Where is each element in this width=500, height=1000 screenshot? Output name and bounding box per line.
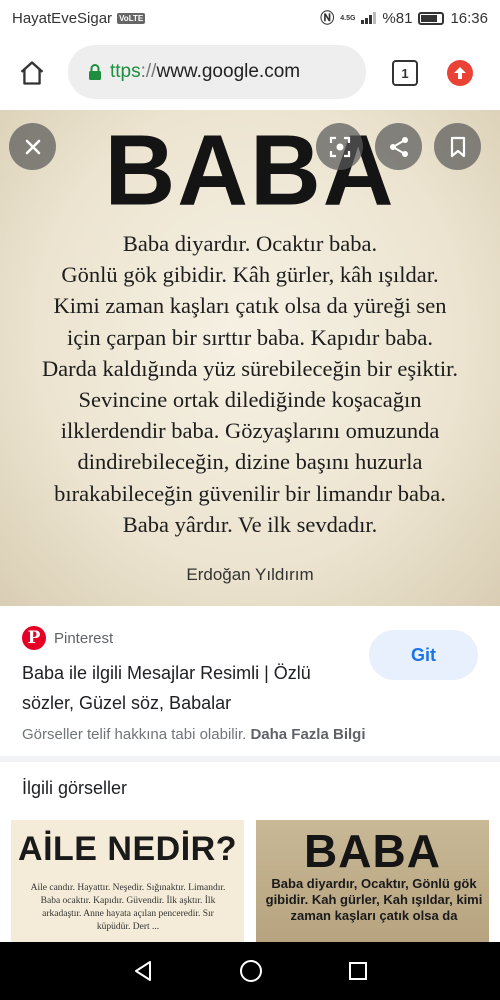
poster-author: Erdoğan Yıldırım xyxy=(186,565,314,584)
network-type: 4.5G xyxy=(340,14,356,22)
update-button[interactable] xyxy=(447,60,473,86)
poster-text: Baba diyardır. Ocaktır baba. Gönlü gök g… xyxy=(20,228,480,540)
related-thumbnail[interactable]: BABA Baba diyardır, Ocaktır, Gönlü gök g… xyxy=(256,820,489,942)
related-thumbnail[interactable]: AİLE NEDİR? Aile candır. Hayattır. Neşed… xyxy=(11,820,244,942)
browser-toolbar: ttps://www.google.com 1 xyxy=(0,36,500,110)
signal-icon xyxy=(361,12,377,24)
poster-line: Darda kaldığında yüz sürebileceğin bir e… xyxy=(41,355,459,381)
poster-title: BABA xyxy=(104,113,396,227)
back-icon[interactable] xyxy=(132,960,154,982)
poster-line: ilklerdendir baba. Gözyaşlarını omuzunda xyxy=(60,418,440,444)
lens-button[interactable] xyxy=(316,123,363,170)
thumbnail-title: BABA xyxy=(304,825,441,877)
home-icon xyxy=(20,61,44,85)
poster-line: Baba yârdır. Ve ilk sevdadır. xyxy=(122,511,378,537)
section-divider xyxy=(0,756,500,762)
url-scheme: ttps xyxy=(110,61,141,82)
bookmark-button[interactable] xyxy=(434,123,481,170)
thumbnail-text: Baba diyardır, Ocaktır, Gönlü gök gibidi… xyxy=(265,876,483,923)
status-bar: HayatEveSigar VoLTE Ⓝ 4.5G %81 16:36 xyxy=(0,0,500,36)
clock: 16:36 xyxy=(450,9,488,27)
close-button[interactable] xyxy=(9,123,56,170)
poster-line: Sevincine ortak dilediğinde koşacağın xyxy=(78,387,422,413)
source-row[interactable]: P Pinterest xyxy=(22,626,113,650)
pinterest-icon: P xyxy=(22,626,46,650)
copyright-notice: Görseller telif hakkına tabi olabilir. D… xyxy=(22,726,365,743)
url-separator: :// xyxy=(140,61,157,82)
poster-line: dindirebileceğin, dizine başını huzurla xyxy=(77,449,423,475)
related-heading: İlgili görseller xyxy=(22,778,128,798)
url-host: www.google.com xyxy=(156,61,301,82)
lock-icon xyxy=(88,63,102,81)
poster-line: Kimi zaman kaşları çatık olsa da yüreği … xyxy=(53,293,447,319)
thumbnail-text: Aile candır. Hayattır. Neşedir. Sığınakt… xyxy=(30,883,226,932)
visit-button[interactable]: Git xyxy=(369,630,478,680)
lens-icon xyxy=(329,136,350,157)
poster-line: Gönlü gök gibidir. Kâh gürler, kâh ışıld… xyxy=(61,262,439,288)
nfc-icon: Ⓝ xyxy=(320,10,335,26)
address-bar[interactable]: ttps://www.google.com xyxy=(68,45,366,99)
close-icon xyxy=(25,139,40,154)
arrow-up-icon xyxy=(454,67,466,79)
recents-icon[interactable] xyxy=(348,961,368,981)
image-preview[interactable]: BABA Baba diyardır. Ocaktır baba. Gönlü … xyxy=(0,110,500,606)
source-title[interactable]: Baba ile ilgili Mesajlar Resimli | Özlü … xyxy=(22,658,362,718)
thumbnail-title: AİLE NEDİR? xyxy=(18,830,237,868)
carrier-name: HayatEveSigar xyxy=(12,9,113,27)
poster-line: için çarpan bir sırttır baba. Kapıdır ba… xyxy=(66,324,434,350)
bookmark-icon xyxy=(450,136,465,157)
copyright-text: Görseller telif hakkına tabi olabilir. xyxy=(22,726,247,743)
source-site: Pinterest xyxy=(54,629,114,647)
tab-switcher-button[interactable]: 1 xyxy=(392,60,418,86)
share-button[interactable] xyxy=(375,123,422,170)
system-nav-bar xyxy=(0,942,500,1000)
home-circle-icon[interactable] xyxy=(239,959,263,983)
share-icon xyxy=(389,136,408,157)
battery-percent: %81 xyxy=(382,9,413,27)
source-card: P Pinterest Baba ile ilgili Mesajlar Res… xyxy=(0,606,500,756)
home-button[interactable] xyxy=(14,55,50,91)
battery-icon xyxy=(418,11,445,25)
url-text: ttps://www.google.com xyxy=(110,61,300,83)
poster-line: bırakabileceğin güvenilir bir limandır b… xyxy=(54,480,446,506)
volte-badge: VoLTE xyxy=(117,12,146,24)
poster-line: Baba diyardır. Ocaktır baba. xyxy=(122,231,378,256)
more-info-link[interactable]: Daha Fazla Bilgi xyxy=(250,726,365,743)
